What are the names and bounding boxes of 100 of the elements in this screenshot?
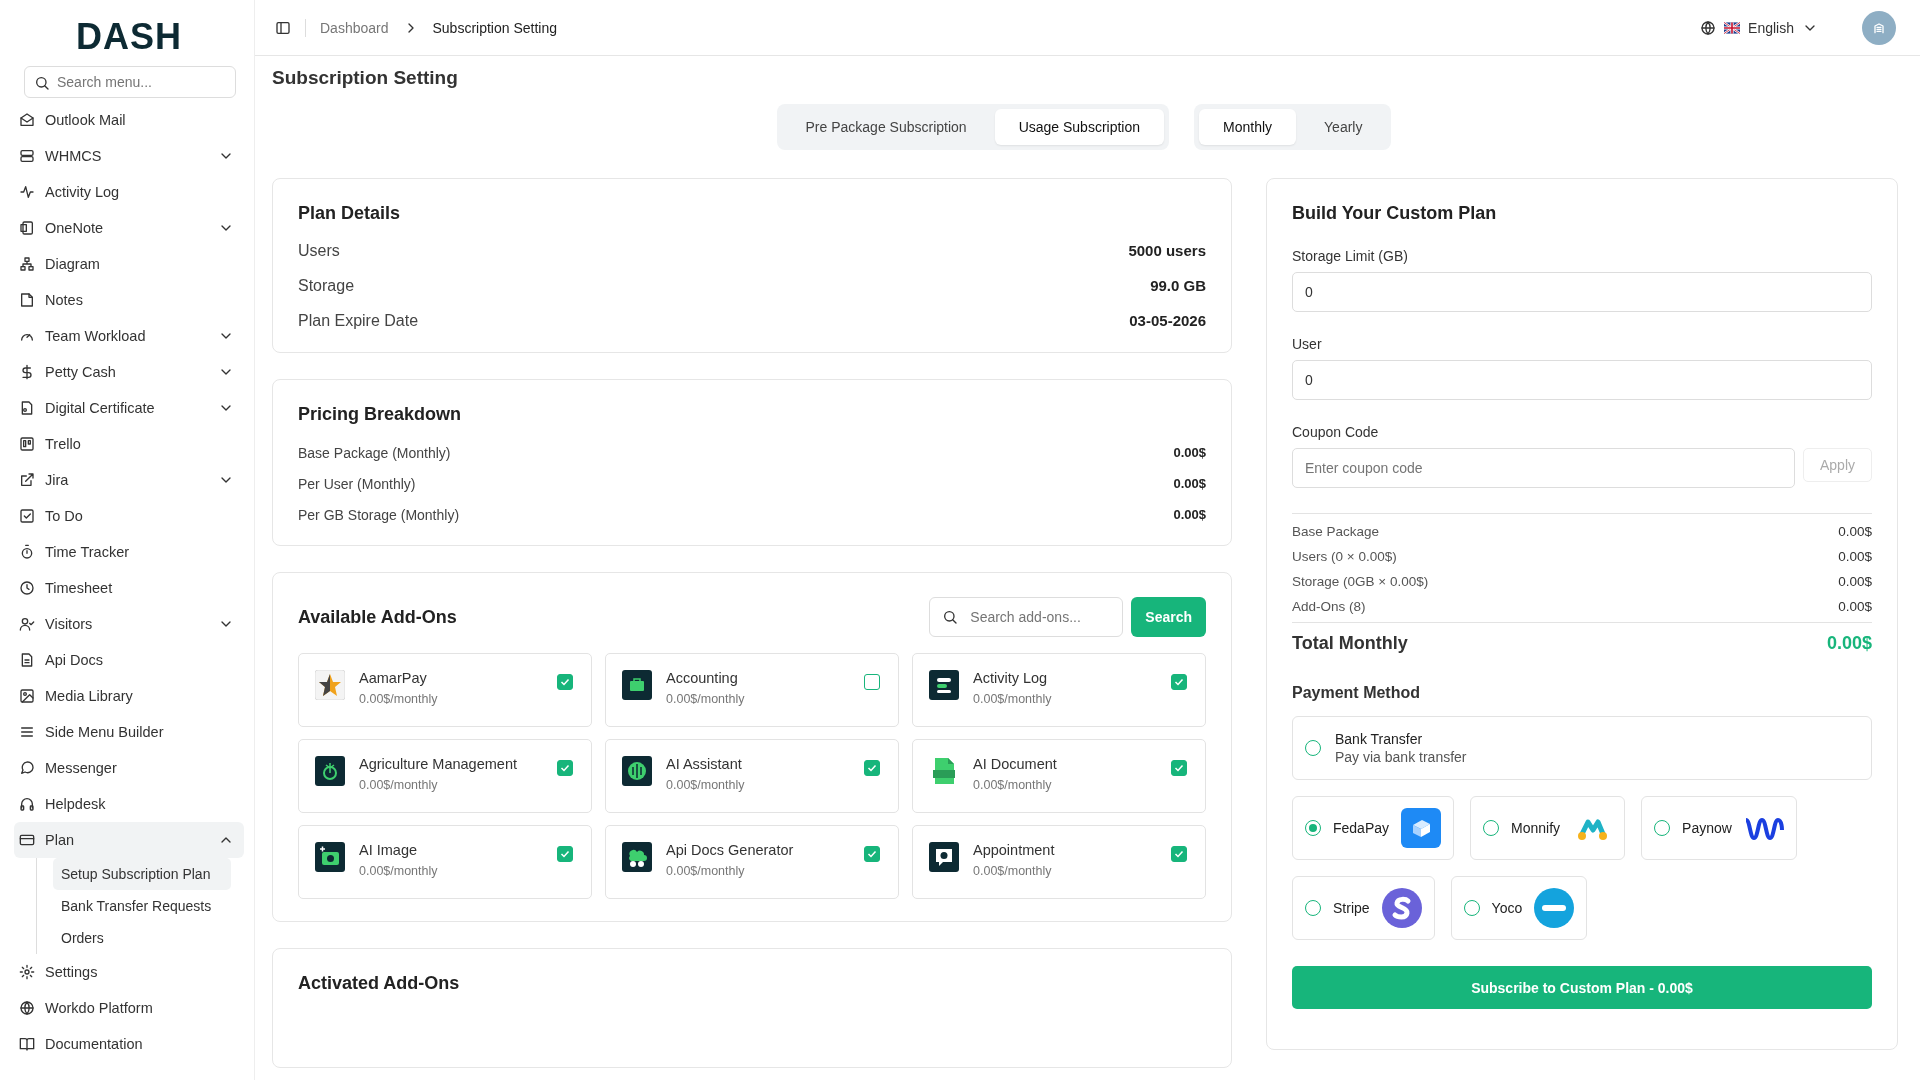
sidebar-item[interactable]: Helpdesk — [14, 786, 244, 822]
payment-option[interactable]: FedaPay — [1292, 796, 1455, 860]
check-icon — [559, 676, 571, 688]
coupon-field[interactable]: Enter coupon code — [1292, 448, 1795, 488]
toggle-list-icon — [929, 670, 959, 700]
globe-icon — [19, 1000, 35, 1016]
sidebar-item[interactable]: Messenger — [14, 750, 244, 786]
sidebar-item[interactable]: Workdo Platform — [14, 990, 244, 1026]
checkbox[interactable] — [864, 760, 880, 776]
addon-price: 0.00$/monthly — [359, 692, 439, 706]
sidebar-item[interactable]: Jira — [14, 462, 244, 498]
payment-name: FedaPay — [1333, 820, 1390, 836]
sidebar-subitem[interactable]: Bank Transfer Requests — [53, 890, 220, 922]
payment-name: Stripe — [1333, 900, 1370, 916]
board-icon — [19, 436, 35, 452]
sidebar-item[interactable]: Plan — [14, 822, 244, 858]
sidebar-toggle-icon[interactable] — [275, 19, 291, 36]
cube-logo-icon — [1401, 808, 1442, 848]
check-icon — [866, 762, 878, 774]
addon-name: Api Docs Generator — [666, 842, 795, 858]
checkbox[interactable] — [557, 760, 573, 776]
breadcrumb-link[interactable]: Dashboard — [320, 19, 389, 36]
circle-logo-icon — [1534, 888, 1575, 928]
summary-label: Users (0 × 0.00$) — [1292, 549, 1397, 564]
row-value: 0.00$ — [1173, 476, 1206, 492]
hierarchy-icon — [19, 256, 35, 272]
row-value: 03-05-2026 — [1129, 312, 1206, 330]
sidebar-item[interactable]: Trello — [14, 426, 244, 462]
checkbox[interactable] — [1171, 674, 1187, 690]
envelope-icon — [19, 112, 35, 128]
sidebar-item[interactable]: Diagram — [14, 246, 244, 282]
payment-description: Pay via bank transfer — [1335, 749, 1467, 765]
field-label: User — [1292, 336, 1323, 352]
checkbox[interactable] — [1171, 760, 1187, 776]
sidebar-item[interactable]: Api Docs — [14, 642, 244, 678]
input-field[interactable]: 0 — [1292, 272, 1872, 312]
check-icon — [1173, 676, 1185, 688]
payment-option[interactable]: Monnify — [1470, 796, 1626, 860]
payment-name: Bank Transfer — [1335, 731, 1424, 747]
sidebar-item[interactable]: To Do — [14, 498, 244, 534]
avatar[interactable] — [1862, 10, 1896, 45]
image-icon — [19, 688, 35, 704]
sidebar-item[interactable]: Notes — [14, 282, 244, 318]
sidebar-item[interactable]: Digital Certificate — [14, 390, 244, 426]
sidebar-item[interactable]: Settings — [14, 954, 244, 990]
check-icon — [559, 762, 571, 774]
card-title: Activated Add-Ons — [298, 973, 461, 994]
sidebar-item[interactable]: Outlook Mail — [14, 102, 244, 138]
row-label: Per GB Storage (Monthly) — [298, 507, 460, 523]
sidebar-item[interactable]: Media Library — [14, 678, 244, 714]
row-label: Storage — [298, 277, 355, 295]
sidebar-item[interactable]: Activity Log — [14, 174, 244, 210]
sidebar-subitem[interactable]: Setup Subscription Plan — [53, 858, 231, 890]
sidebar-item[interactable]: Petty Cash — [14, 354, 244, 390]
sidebar-item[interactable]: Documentation — [14, 1026, 244, 1062]
addon-price: 0.00$/monthly — [973, 692, 1053, 706]
row-label: Base Package (Monthly) — [298, 445, 451, 461]
search-field[interactable]: Search menu... — [24, 66, 236, 98]
addon-price: 0.00$/monthly — [666, 692, 746, 706]
globe-icon — [1700, 19, 1717, 36]
card-title: Pricing Breakdown — [298, 404, 463, 425]
sidebar-subitem[interactable]: Orders — [53, 922, 112, 954]
payment-name: Yoco — [1491, 900, 1523, 916]
dollar-icon — [19, 364, 35, 380]
language-selector[interactable]: English — [1700, 19, 1818, 36]
sidebar-item[interactable]: Timesheet — [14, 570, 244, 606]
addon-name: Accounting — [666, 670, 739, 686]
note-icon — [19, 292, 35, 308]
payment-option[interactable]: Paynow — [1641, 796, 1797, 860]
tab[interactable]: Yearly — [1300, 109, 1387, 145]
sidebar-item[interactable]: OneNote — [14, 210, 244, 246]
sidebar-item[interactable]: Side Menu Builder — [14, 714, 244, 750]
stopwatch-icon — [19, 544, 35, 560]
checkbox[interactable] — [557, 846, 573, 862]
checkbox[interactable] — [864, 846, 880, 862]
summary-label: Storage (0GB × 0.00$) — [1292, 574, 1429, 589]
gear-icon — [19, 964, 35, 980]
document-icon — [19, 652, 35, 668]
row-value: 5000 users — [1128, 242, 1206, 260]
tab[interactable]: Monthly — [1199, 109, 1297, 145]
payment-option[interactable]: Stripe — [1292, 876, 1435, 940]
card-icon — [19, 832, 35, 848]
field-label: Storage Limit (GB) — [1292, 248, 1409, 264]
tab[interactable]: Usage Subscription — [994, 109, 1165, 145]
briefcase-icon — [622, 670, 652, 700]
search-field[interactable]: Search add-ons... — [929, 597, 1124, 637]
checkbox[interactable] — [1171, 846, 1187, 862]
row-label: Users — [298, 242, 340, 260]
tab[interactable]: Pre Package Subscription — [781, 109, 991, 145]
sidebar-item[interactable]: Time Tracker — [14, 534, 244, 570]
sidebar-item[interactable]: Visitors — [14, 606, 244, 642]
search-icon — [942, 609, 959, 625]
input-field[interactable]: 0 — [1292, 360, 1872, 400]
sidebar-item[interactable]: Team Workload — [14, 318, 244, 354]
checkbox[interactable] — [557, 674, 573, 690]
summary-label: Base Package — [1292, 524, 1380, 539]
checkbox[interactable] — [864, 674, 880, 690]
payment-option[interactable]: Bank Transfer Pay via bank transfer — [1292, 716, 1872, 780]
sidebar-item[interactable]: WHMCS — [14, 138, 244, 174]
payment-option[interactable]: Yoco — [1450, 876, 1588, 940]
